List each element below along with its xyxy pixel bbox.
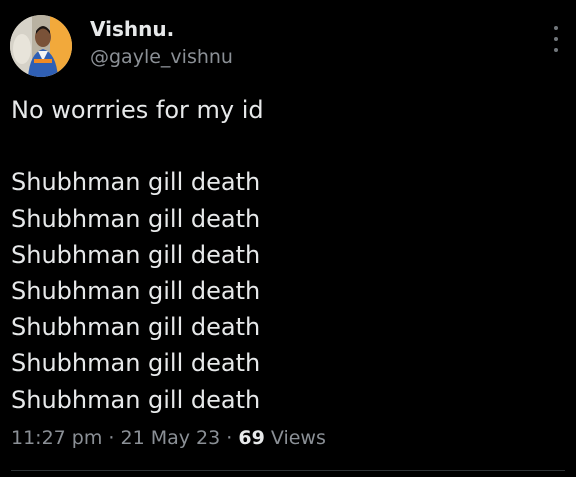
views-label: Views [270, 427, 326, 449]
dot [554, 37, 558, 41]
tweet-line: Shubhman gill death [11, 313, 261, 342]
more-options-icon[interactable] [548, 26, 564, 52]
dot [554, 26, 558, 30]
avatar-image [10, 15, 72, 77]
divider [11, 470, 565, 471]
tweet-line: Shubhman gill death [11, 240, 261, 269]
tweet-card: Vishnu. @gayle_vishnu No worrries for my… [0, 0, 576, 477]
tweet-date[interactable]: 21 May 23 [121, 427, 221, 449]
dot [554, 48, 558, 52]
tweet-line: Shubhman gill death [11, 349, 261, 378]
user-handle[interactable]: @gayle_vishnu [90, 46, 233, 68]
tweet-line: Shubhman gill death [11, 204, 261, 233]
separator: · [226, 427, 233, 449]
tweet-metadata: 11:27 pm · 21 May 23 · 69 Views [11, 427, 326, 449]
tweet-line: Shubhman gill death [11, 168, 261, 197]
tweet-line: No worrries for my id [11, 96, 264, 124]
tweet-text: No worrries for my id Shubhman gill deat… [11, 92, 551, 418]
display-name[interactable]: Vishnu. [90, 17, 174, 41]
views-count[interactable]: 69 [238, 427, 264, 449]
separator: · [108, 427, 115, 449]
avatar[interactable] [10, 15, 72, 77]
tweet-line: Shubhman gill death [11, 385, 261, 414]
tweet-line: Shubhman gill death [11, 277, 261, 305]
tweet-time[interactable]: 11:27 pm [11, 427, 102, 449]
